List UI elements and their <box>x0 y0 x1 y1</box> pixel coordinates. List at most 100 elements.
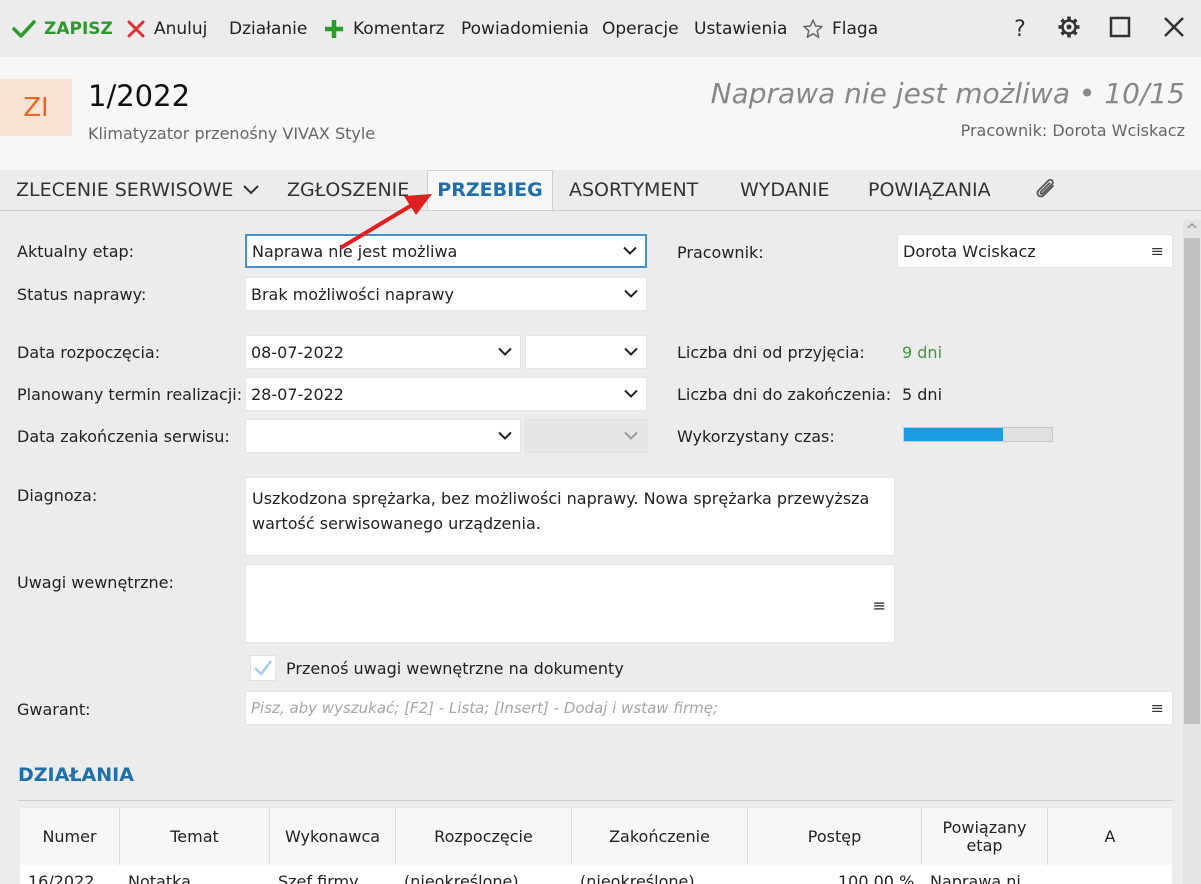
column-header[interactable]: Powiązany etap <box>922 808 1048 865</box>
tab-service-order-label: ZLECENIE SERWISOWE <box>16 179 234 201</box>
column-header[interactable]: Wykonawca <box>270 808 396 865</box>
guarantor-placeholder: Pisz, aby wyszukać; [F2] - Lista; [Inser… <box>251 699 719 717</box>
days-since-value: 9 dni <box>902 343 943 362</box>
tab-report-label: ZGŁOSZENIE <box>287 179 410 201</box>
tab-assortment[interactable]: ASORTYMENT <box>569 170 698 210</box>
comment-label: Komentarz <box>353 18 445 39</box>
list-icon[interactable]: ≡ <box>1151 699 1164 718</box>
tab-issue[interactable]: WYDANIE <box>740 170 830 210</box>
star-icon <box>802 18 824 40</box>
tab-progress-label: PRZEBIEG <box>437 179 543 201</box>
actions-section-title: DZIAŁANIA <box>18 764 134 786</box>
chevron-down-icon <box>624 431 638 441</box>
planned-date-value: 28-07-2022 <box>251 384 344 404</box>
planned-date-picker[interactable]: 28-07-2022 <box>245 377 647 411</box>
check-icon <box>12 19 36 39</box>
notifications-label: Powiadomienia <box>461 18 589 39</box>
start-time-picker[interactable] <box>525 335 647 369</box>
settings-button[interactable] <box>1054 14 1084 44</box>
table-cell: Szef firmy <box>278 872 359 884</box>
scrollbar-thumb[interactable] <box>1184 238 1200 724</box>
repair-status-label: Status naprawy: <box>17 285 147 304</box>
chevron-down-icon <box>498 431 512 441</box>
column-header[interactable]: A <box>1048 808 1172 865</box>
close-icon <box>1163 16 1185 42</box>
tab-service-order[interactable]: ZLECENIE SERWISOWE <box>16 170 260 210</box>
action-menu[interactable]: Działanie <box>229 0 307 57</box>
repair-status-value: Brak możliwości naprawy <box>251 284 454 304</box>
repair-status-select[interactable]: Brak możliwości naprawy <box>245 277 647 311</box>
close-button[interactable] <box>1159 14 1189 44</box>
flag-button[interactable]: Flaga <box>802 0 878 57</box>
chevron-down-icon <box>243 185 260 195</box>
actions-table: Numer Temat Wykonawca Rozpoczęcie Zakońc… <box>20 808 1172 884</box>
cancel-label: Anuluj <box>154 18 208 39</box>
flag-label: Flaga <box>832 18 879 39</box>
attachments-button[interactable] <box>1033 170 1059 210</box>
operations-label: Operacje <box>602 18 679 39</box>
days-since-label: Liczba dni od przyjęcia: <box>677 343 865 362</box>
settings-label: Ustawienia <box>694 18 788 39</box>
chevron-down-icon <box>624 347 638 357</box>
comment-button[interactable]: Komentarz <box>323 0 445 57</box>
table-cell: Naprawa ni <box>930 872 1021 884</box>
tab-bar: ZLECENIE SERWISOWE ZGŁOSZENIE PRZEBIEG A… <box>0 170 1201 211</box>
tab-issue-label: WYDANIE <box>740 179 830 201</box>
avatar: ZI <box>0 79 72 136</box>
plus-icon <box>323 18 345 40</box>
column-header[interactable]: Zakończenie <box>572 808 748 865</box>
table-cell: (nieokreślone) <box>404 872 519 884</box>
tab-progress[interactable]: PRZEBIEG <box>427 170 553 210</box>
internal-notes-textarea[interactable]: ≡ <box>245 564 895 643</box>
gear-icon <box>1057 15 1081 43</box>
section-divider <box>18 800 1173 801</box>
current-stage-select[interactable]: Naprawa nie jest możliwa <box>245 234 647 268</box>
list-icon[interactable]: ≡ <box>1151 242 1164 261</box>
start-date-value: 08-07-2022 <box>251 342 344 362</box>
column-header[interactable]: Numer <box>20 808 120 865</box>
diagnosis-textarea[interactable]: Uszkodzona sprężarka, bez możliwości nap… <box>245 477 895 556</box>
current-stage-label: Aktualny etap: <box>17 242 135 261</box>
cancel-button[interactable]: Anuluj <box>126 0 207 57</box>
end-date-label: Data zakończenia serwisu: <box>17 427 230 446</box>
maximize-button[interactable] <box>1105 14 1135 44</box>
scroll-up-arrow-icon[interactable] <box>1186 220 1198 232</box>
transfer-notes-checkbox[interactable] <box>250 655 276 681</box>
guarantor-label: Gwarant: <box>17 700 91 719</box>
chevron-down-icon <box>623 246 637 256</box>
help-button[interactable]: ? <box>1005 14 1035 44</box>
internal-notes-label: Uwagi wewnętrzne: <box>17 573 174 592</box>
tab-relations[interactable]: POWIĄZANIA <box>868 170 991 210</box>
table-cell: (nieokreślone) <box>580 872 695 884</box>
guarantor-search-input[interactable]: Pisz, aby wyszukać; [F2] - Lista; [Inser… <box>245 691 1173 725</box>
chevron-down-icon <box>624 289 638 299</box>
document-subtitle: Klimatyzator przenośny VIVAX Style <box>88 124 376 143</box>
time-used-label: Wykorzystany czas: <box>677 427 835 446</box>
worker-label: Pracownik: <box>677 243 764 262</box>
start-date-picker[interactable]: 08-07-2022 <box>245 335 521 369</box>
worker-field[interactable]: Dorota Wciskacz ≡ <box>897 234 1173 268</box>
end-date-picker[interactable] <box>245 419 521 453</box>
document-number: 1/2022 <box>88 79 191 113</box>
header-worker: Pracownik: Dorota Wciskacz <box>960 121 1185 140</box>
column-header[interactable]: Rozpoczęcie <box>396 808 572 865</box>
tab-relations-label: POWIĄZANIA <box>868 179 991 201</box>
column-header[interactable]: Postęp <box>748 808 922 865</box>
time-used-progress <box>903 427 1053 442</box>
table-cell: 100,00 % <box>838 872 915 884</box>
notifications-button[interactable]: Powiadomienia <box>461 0 589 57</box>
document-header <box>0 57 1201 170</box>
question-icon: ? <box>1014 16 1026 42</box>
diagnosis-label: Diagnoza: <box>17 486 98 505</box>
table-cell: Notatka <box>128 872 191 884</box>
operations-menu[interactable]: Operacje <box>602 0 679 57</box>
planned-date-label: Planowany termin realizacji: <box>17 385 243 404</box>
worker-value: Dorota Wciskacz <box>903 241 1036 261</box>
x-icon <box>126 19 146 39</box>
start-date-label: Data rozpoczęcia: <box>17 343 161 362</box>
list-icon[interactable]: ≡ <box>873 593 886 618</box>
column-header[interactable]: Temat <box>120 808 270 865</box>
tab-report[interactable]: ZGŁOSZENIE <box>287 170 409 210</box>
settings-menu[interactable]: Ustawienia <box>694 0 787 57</box>
save-button[interactable]: ZAPISZ <box>12 0 113 57</box>
